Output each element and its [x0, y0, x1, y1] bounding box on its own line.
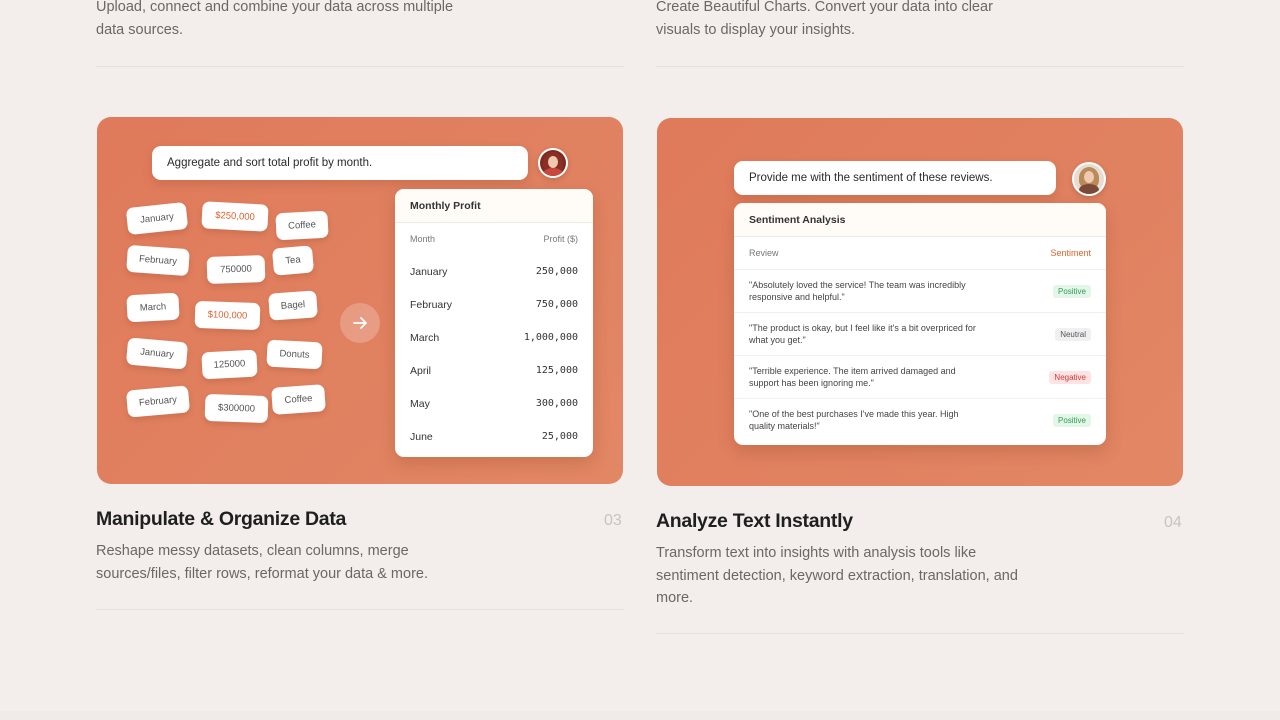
feature-number-04: 04 [1164, 514, 1182, 531]
feature-description-02: Create Beautiful Charts. Convert your da… [656, 0, 993, 38]
data-chip: $300000 [204, 393, 269, 424]
table-row: April 125,000 [395, 354, 593, 387]
column-header-profit: Profit ($) [543, 234, 578, 244]
table-row: February 750,000 [395, 288, 593, 321]
data-chip: February [125, 385, 191, 418]
row-month: April [410, 364, 432, 377]
prompt-bubble: Aggregate and sort total profit by month… [152, 146, 528, 180]
divider [656, 633, 1184, 634]
feature-description-04: Transform text into insights with analys… [656, 545, 1018, 606]
row-profit: 300,000 [535, 398, 578, 409]
table-row: May 300,000 [395, 387, 593, 420]
divider [96, 66, 624, 67]
review-text: "One of the best purchases I've made thi… [749, 408, 959, 432]
prompt-text: Aggregate and sort total profit by month… [167, 157, 373, 169]
row-profit: 25,000 [541, 431, 578, 442]
table-header: Month Profit ($) [395, 223, 593, 255]
review-text: "The product is okay, but I feel like it… [749, 322, 976, 346]
sentiment-badge: Positive [1052, 413, 1091, 427]
table-row: "One of the best purchases I've made thi… [734, 398, 1106, 441]
monthly-profit-table: Monthly Profit Month Profit ($) January … [395, 189, 593, 457]
data-chip: January [125, 201, 189, 236]
row-profit: 750,000 [535, 299, 578, 310]
column-header-sentiment: Sentiment [1050, 248, 1091, 258]
column-header-month: Month [410, 234, 436, 244]
data-chip: February [126, 244, 190, 277]
data-chip: $100,000 [194, 300, 261, 331]
sentiment-analysis-table: Sentiment Analysis Review Sentiment "Abs… [734, 203, 1106, 445]
feature-description-03: Reshape messy datasets, clean columns, m… [96, 543, 428, 582]
review-text: "Terrible experience. The item arrived d… [749, 365, 956, 389]
column-header-review: Review [749, 248, 779, 258]
row-month: May [410, 397, 430, 410]
row-month: January [410, 265, 448, 278]
user-avatar [1072, 162, 1106, 196]
feature-title-03: Manipulate & Organize Data [96, 508, 347, 530]
table-row: June 25,000 [395, 420, 593, 453]
sentiment-badge: Positive [1052, 284, 1091, 298]
row-profit: 125,000 [535, 365, 578, 376]
section-bottom-band [0, 711, 1280, 720]
data-chip: January [125, 337, 189, 370]
data-chip: Coffee [271, 384, 326, 415]
table-header: Review Sentiment [734, 237, 1106, 269]
table-row: March 1,000,000 [395, 321, 593, 354]
data-chip: 125000 [201, 349, 258, 380]
table-title: Sentiment Analysis [734, 203, 1106, 237]
feature-title-04: Analyze Text Instantly [656, 510, 853, 532]
sentiment-badge: Negative [1049, 370, 1091, 384]
table-title: Monthly Profit [395, 189, 593, 223]
row-profit: 1,000,000 [523, 332, 578, 343]
row-profit: 250,000 [535, 266, 578, 277]
data-chip: $250,000 [201, 201, 269, 232]
data-chip: Tea [271, 245, 315, 276]
data-chip: Bagel [268, 290, 318, 321]
manipulate-data-illustration: Aggregate and sort total profit by month… [97, 117, 623, 484]
table-row: "The product is okay, but I feel like it… [734, 312, 1106, 355]
divider [656, 66, 1184, 67]
data-chip: Coffee [275, 210, 329, 241]
data-chip: Donuts [266, 339, 323, 370]
review-text: "Absolutely loved the service! The team … [749, 279, 966, 303]
prompt-text: Provide me with the sentiment of these r… [749, 172, 993, 184]
feature-number-03: 03 [604, 512, 622, 529]
divider [96, 609, 624, 610]
table-row: "Absolutely loved the service! The team … [734, 269, 1106, 312]
prompt-bubble: Provide me with the sentiment of these r… [734, 161, 1056, 195]
row-month: February [410, 298, 453, 311]
row-month: March [410, 331, 440, 344]
user-avatar [538, 148, 568, 178]
table-row: "Terrible experience. The item arrived d… [734, 355, 1106, 398]
analyze-text-illustration: Provide me with the sentiment of these r… [657, 118, 1183, 486]
data-chip: March [126, 292, 180, 323]
sentiment-badge: Neutral [1055, 327, 1091, 341]
row-month: June [410, 430, 433, 443]
arrow-right-icon [340, 303, 380, 343]
feature-description-01: Upload, connect and combine your data ac… [96, 0, 454, 38]
data-chip: 750000 [206, 254, 266, 285]
table-row: January 250,000 [395, 255, 593, 288]
